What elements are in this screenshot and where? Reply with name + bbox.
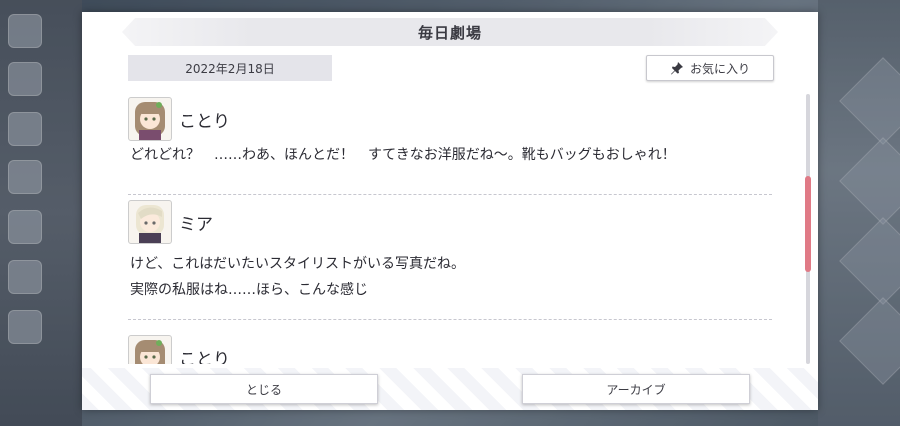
speaker-row: ミア: [128, 199, 772, 245]
dialogue-entry: ミア けど、これはだいたいスタイリストがいる写真だね。 実際の私服はね……ほら、…: [128, 199, 772, 320]
character-portrait: [135, 102, 165, 140]
character-portrait: [136, 205, 164, 243]
dialog-title-bar: 毎日劇場: [122, 18, 778, 46]
mia-avatar: [128, 200, 172, 244]
favorite-button[interactable]: お気に入り: [646, 55, 774, 81]
dialogue-line: 実際の私服はね……ほら、こんな感じ: [130, 282, 368, 298]
date-label: 2022年2月18日: [128, 55, 332, 81]
speaker-name: ことり: [179, 111, 230, 132]
close-button[interactable]: とじる: [150, 374, 378, 404]
dialogue-line: けど、これはだいたいスタイリストがいる写真だね。: [130, 256, 466, 272]
dialogue-entry: ことり どれどれ？ ……わあ、ほんとだ！ すてきなお洋服だね～。靴もバッグもおし…: [128, 96, 772, 195]
dialog-title: 毎日劇場: [417, 23, 482, 42]
pin-icon: [670, 62, 683, 75]
character-portrait: [135, 340, 165, 364]
kotori-avatar: [128, 335, 172, 364]
archive-button[interactable]: アーカイブ: [522, 374, 750, 404]
scrollbar-thumb[interactable]: [805, 176, 811, 272]
speaker-name: ミア: [179, 214, 213, 235]
speaker-name: ことり: [179, 349, 230, 365]
favorite-label: お気に入り: [689, 61, 750, 76]
kotori-avatar: [128, 97, 172, 141]
speaker-row: ことり: [128, 334, 772, 364]
daily-theater-dialog: 毎日劇場 2022年2月18日 お気に入り ことり どれどれ？ ……わあ、ほんと…: [82, 12, 818, 410]
dialogue-entry: ことり: [128, 334, 772, 364]
speaker-row: ことり: [128, 96, 772, 142]
dialogue-log[interactable]: ことり どれどれ？ ……わあ、ほんとだ！ すてきなお洋服だね～。靴もバッグもおし…: [128, 96, 772, 364]
dialogue-line: どれどれ？ ……わあ、ほんとだ！ すてきなお洋服だね～。靴もバッグもおしゃれ！: [130, 147, 676, 163]
